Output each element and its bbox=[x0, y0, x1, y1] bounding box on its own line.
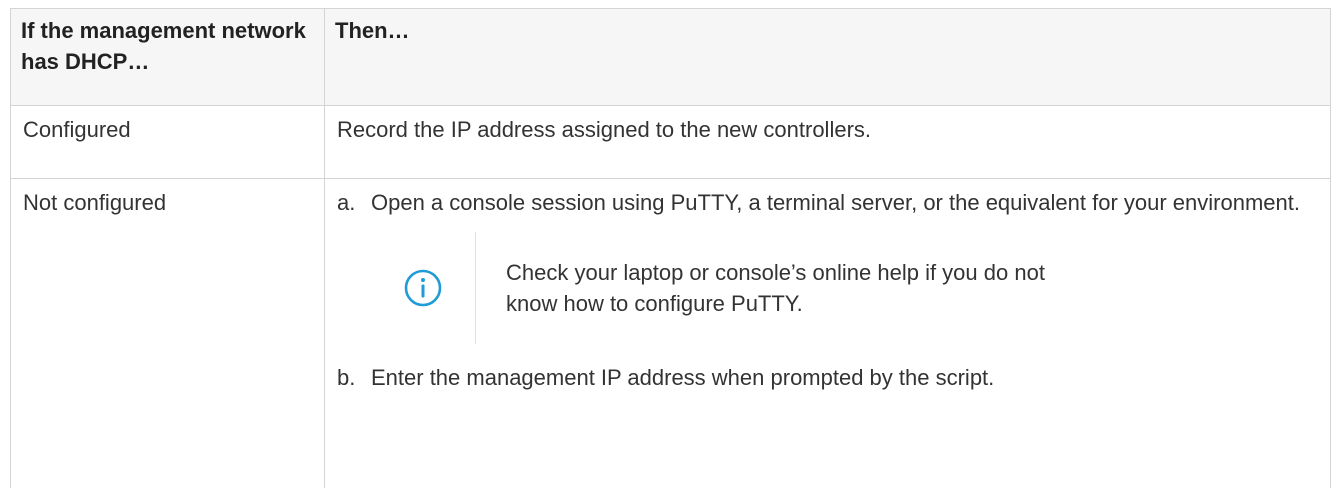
step-list: a. Open a console session using PuTTY, a… bbox=[337, 187, 1318, 393]
note-divider bbox=[475, 232, 476, 344]
list-item: b. Enter the management IP address when … bbox=[337, 362, 1318, 393]
table-cell: Not configured bbox=[11, 179, 325, 488]
table-header-cell: If the management network has DHCP… bbox=[11, 9, 325, 106]
header-then: Then… bbox=[325, 9, 1330, 46]
step-marker: a. bbox=[337, 187, 355, 218]
note-text: Check your laptop or console’s online he… bbox=[506, 257, 1066, 319]
steps-container: a. Open a console session using PuTTY, a… bbox=[325, 179, 1330, 393]
header-condition: If the management network has DHCP… bbox=[11, 9, 324, 77]
list-item: a. Open a console session using PuTTY, a… bbox=[337, 187, 1318, 334]
table-cell: Record the IP address assigned to the ne… bbox=[325, 106, 1331, 179]
step-text: Open a console session using PuTTY, a te… bbox=[371, 190, 1300, 215]
table-row: Not configured a. Open a console session… bbox=[11, 179, 1331, 488]
note-icon-container bbox=[371, 268, 475, 308]
condition-configured: Configured bbox=[11, 106, 324, 145]
info-icon bbox=[403, 268, 443, 308]
condition-not-configured: Not configured bbox=[11, 179, 324, 218]
table-cell: Configured bbox=[11, 106, 325, 179]
table-header-cell: Then… bbox=[325, 9, 1331, 106]
table-row: Configured Record the IP address assigne… bbox=[11, 106, 1331, 179]
step-text: Enter the management IP address when pro… bbox=[371, 365, 994, 390]
step-marker: b. bbox=[337, 362, 355, 393]
action-record-ip: Record the IP address assigned to the ne… bbox=[325, 106, 1330, 145]
admonition-note: Check your laptop or console’s online he… bbox=[371, 242, 1318, 334]
table-header-row: If the management network has DHCP… Then… bbox=[11, 9, 1331, 106]
table-cell: a. Open a console session using PuTTY, a… bbox=[325, 179, 1331, 488]
dhcp-config-table: If the management network has DHCP… Then… bbox=[10, 8, 1331, 488]
